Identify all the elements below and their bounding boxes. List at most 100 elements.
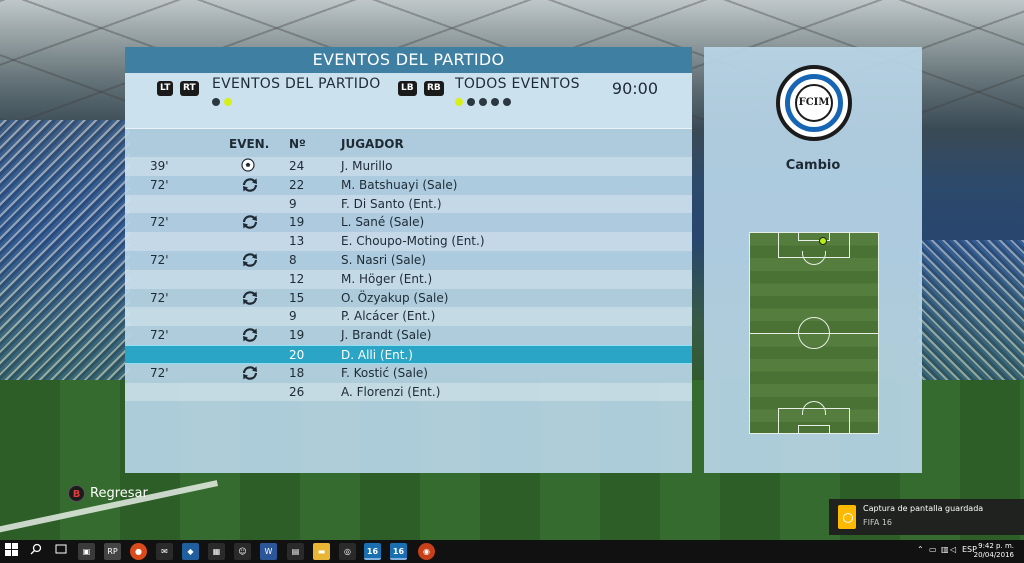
header-event: EVEN.: [229, 137, 270, 151]
rp-app-icon[interactable]: RP: [104, 543, 121, 560]
substitution-icon: [241, 177, 259, 196]
search-icon[interactable]: [27, 543, 44, 560]
event-minute: 72': [150, 215, 169, 230]
folder-icon[interactable]: ▬: [313, 543, 330, 560]
tray-network-icon[interactable]: ▥: [941, 545, 949, 554]
game-bar-icon: [838, 505, 856, 529]
event-row[interactable]: 9 P. Alcácer (Ent.): [125, 307, 692, 327]
event-row[interactable]: 72' 18 F. Kostić (Sale): [125, 364, 692, 383]
event-row[interactable]: 72' 22 M. Batshuayi (Sale): [125, 176, 692, 195]
chrome-icon[interactable]: ◎: [339, 543, 356, 560]
fifa-app-icon-2[interactable]: 16: [390, 543, 407, 560]
calculator-icon[interactable]: ▦: [208, 543, 225, 560]
event-type-page-dots: [455, 98, 511, 106]
store-icon[interactable]: ▣: [78, 543, 95, 560]
start-button-icon[interactable]: [3, 543, 20, 560]
app-icon-orange[interactable]: ●: [130, 543, 147, 560]
tray-volume-icon[interactable]: ◁: [950, 545, 956, 554]
event-row[interactable]: 72' 8 S. Nasri (Sale): [125, 251, 692, 270]
event-minute: 72': [150, 365, 169, 380]
page-dot: [467, 98, 475, 106]
page-dot: [212, 98, 220, 106]
player-number: 20: [289, 347, 305, 362]
crowd-left: [0, 120, 130, 380]
player-name: A. Florenzi (Ent.): [341, 384, 441, 399]
team-crest: FCIM: [776, 65, 852, 141]
back-prompt[interactable]: B Regresar: [68, 485, 148, 502]
substitution-icon: [241, 252, 259, 271]
event-row[interactable]: 72' 15 O. Özyakup (Sale): [125, 289, 692, 308]
event-minute: 72': [150, 290, 169, 305]
player-name: F. Di Santo (Ent.): [341, 196, 442, 211]
app-icon-blue[interactable]: ◆: [182, 543, 199, 560]
event-row[interactable]: 72' 19 J. Brandt (Sale): [125, 326, 692, 345]
event-row[interactable]: 12 M. Höger (Ent.): [125, 269, 692, 289]
player-number: 18: [289, 365, 305, 380]
event-row[interactable]: 39' 24 J. Murillo: [125, 157, 692, 176]
player-name: D. Alli (Ent.): [341, 347, 413, 362]
player-name: J. Brandt (Sale): [341, 328, 432, 343]
player-number: 19: [289, 215, 305, 230]
player-name: E. Choupo-Moting (Ent.): [341, 234, 485, 249]
page-dot: [503, 98, 511, 106]
player-number: 22: [289, 177, 305, 192]
event-row[interactable]: 13 E. Choupo-Moting (Ent.): [125, 232, 692, 251]
event-row[interactable]: 72' 19 L. Sané (Sale): [125, 213, 692, 232]
rt-button-icon[interactable]: RT: [180, 81, 199, 96]
goal-ball-icon: [241, 158, 255, 175]
tray-chevron-icon[interactable]: ⌃: [917, 545, 924, 554]
player-number: 19: [289, 328, 305, 343]
event-row-selected[interactable]: 20 D. Alli (Ent.): [125, 344, 692, 364]
player-number: 12: [289, 271, 305, 286]
word-icon[interactable]: W: [260, 543, 277, 560]
player-name: L. Sané (Sale): [341, 215, 425, 230]
player-number: 26: [289, 384, 305, 399]
fifa-app-icon[interactable]: 16: [364, 543, 381, 560]
page-dot: [479, 98, 487, 106]
toast-app: FIFA 16: [863, 518, 893, 527]
header-player: JUGADOR: [341, 137, 404, 151]
event-row[interactable]: 26 A. Florenzi (Ent.): [125, 382, 692, 402]
mail-icon[interactable]: ✉: [156, 543, 173, 560]
player-number: 8: [289, 252, 297, 267]
category-page-dots: [212, 98, 232, 106]
task-view-icon[interactable]: [52, 543, 69, 560]
player-name: F. Kostić (Sale): [341, 365, 428, 380]
team-detail-panel: FCIM Cambio: [704, 47, 922, 473]
player-number: 24: [289, 159, 305, 173]
player-number: 9: [289, 196, 297, 211]
match-clock: 90:00: [611, 79, 658, 98]
lt-button-icon[interactable]: LT: [157, 81, 174, 96]
rb-button-icon[interactable]: RB: [424, 81, 444, 96]
player-name: M. Höger (Ent.): [341, 271, 433, 286]
event-row[interactable]: 9 F. Di Santo (Ent.): [125, 194, 692, 214]
tray-date: 20/04/2016: [973, 551, 1014, 559]
substitution-icon: [241, 365, 259, 384]
tray-clock[interactable]: 9:42 p. m. 20/04/2016: [974, 542, 1014, 560]
lb-button-icon[interactable]: LB: [398, 81, 417, 96]
player-name: P. Alcácer (Ent.): [341, 309, 436, 324]
app-icon-record[interactable]: ◉: [418, 543, 435, 560]
player-position-marker: [819, 237, 827, 245]
pitch-diagram: [749, 232, 879, 434]
player-name: J. Murillo: [341, 159, 393, 173]
tray-message-icon[interactable]: ▭: [929, 545, 937, 554]
page-dot: [491, 98, 499, 106]
player-name: M. Batshuayi (Sale): [341, 177, 458, 192]
tray-time: 9:42 p. m.: [978, 542, 1014, 550]
explorer-icon[interactable]: ▤: [287, 543, 304, 560]
team-crest-text: FCIM: [795, 84, 833, 122]
filter-event-type-label[interactable]: TODOS EVENTOS: [455, 76, 580, 92]
match-events-panel: EVENTOS DEL PARTIDO LT RT EVENTOS DEL PA…: [125, 47, 692, 473]
event-type-label: Cambio: [785, 158, 841, 173]
events-list: 39' 24 J. Murillo 72' 22 M. Batshuayi (Sale) 9…: [125, 157, 692, 402]
event-minute: 72': [150, 252, 169, 267]
event-filters: LT RT EVENTOS DEL PARTIDO LB RB TODOS EV…: [125, 73, 692, 129]
windows-taskbar: ▣ RP ● ✉ ◆ ▦ ☺ W ▤ ▬ ◎ 16 16 ◉ ⌃ ▭ ▥ ◁ E…: [0, 540, 1024, 563]
filter-category-label[interactable]: EVENTOS DEL PARTIDO: [212, 76, 381, 92]
screenshot-toast[interactable]: Captura de pantalla guardada FIFA 16: [829, 499, 1024, 535]
header-number: Nº: [289, 137, 306, 151]
player-number: 15: [289, 290, 305, 305]
column-headers: EVEN. Nº JUGADOR: [125, 129, 692, 157]
app-icon-people[interactable]: ☺: [234, 543, 251, 560]
